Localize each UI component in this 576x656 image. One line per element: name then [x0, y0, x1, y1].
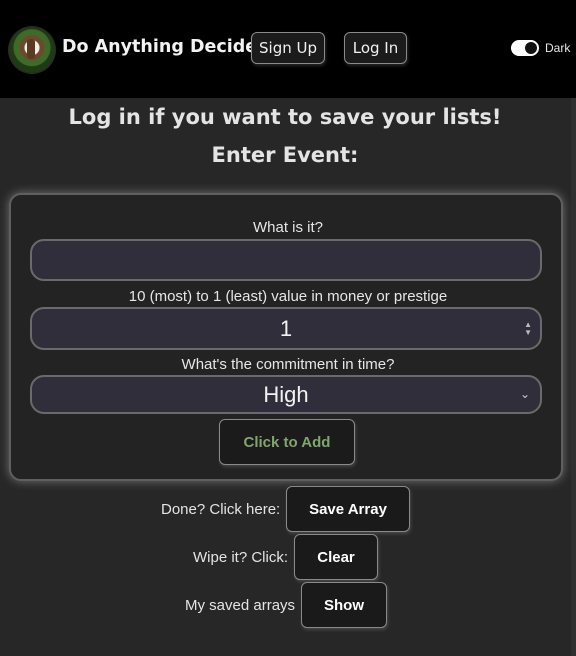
- click-to-add-button[interactable]: Click to Add: [219, 419, 355, 465]
- dark-mode-label: Dark: [545, 41, 571, 55]
- clear-button[interactable]: Clear: [294, 534, 378, 580]
- enter-event-heading: Enter Event:: [211, 143, 359, 167]
- clear-prompt-label: Wipe it? Click:: [193, 549, 289, 566]
- dog-avatar-icon: [9, 27, 55, 73]
- login-prompt-heading: Log in if you want to save your lists!: [68, 105, 502, 129]
- page-scrollbar[interactable]: [571, 98, 576, 656]
- chevron-down-icon: ⌄: [519, 387, 530, 401]
- app-header: Do Anything Decider Sign Up Log In Dark: [0, 0, 576, 98]
- what-is-it-input[interactable]: [30, 239, 542, 281]
- commitment-selected-value: High: [263, 381, 309, 407]
- log-in-button[interactable]: Log In: [344, 32, 407, 64]
- commitment-select[interactable]: High ⌄: [30, 375, 542, 414]
- event-form-card: What is it? 10 (most) to 1 (least) value…: [9, 193, 563, 481]
- sign-up-button[interactable]: Sign Up: [251, 32, 325, 64]
- value-number-input[interactable]: 1 ▲ ▼: [30, 307, 542, 350]
- show-button[interactable]: Show: [301, 582, 387, 628]
- value-number-text: 1: [279, 315, 293, 341]
- number-spinner-icon[interactable]: ▲ ▼: [524, 321, 532, 337]
- what-is-it-label: What is it?: [252, 219, 324, 236]
- save-array-button[interactable]: Save Array: [286, 486, 410, 532]
- app-title: Do Anything Decider: [62, 37, 266, 57]
- dark-mode-toggle[interactable]: [511, 40, 539, 56]
- commitment-label: What's the commitment in time?: [181, 356, 395, 373]
- value-label: 10 (most) to 1 (least) value in money or…: [128, 288, 448, 305]
- save-prompt-label: Done? Click here:: [161, 501, 281, 518]
- toggle-knob: [525, 42, 537, 54]
- show-prompt-label: My saved arrays: [185, 597, 296, 614]
